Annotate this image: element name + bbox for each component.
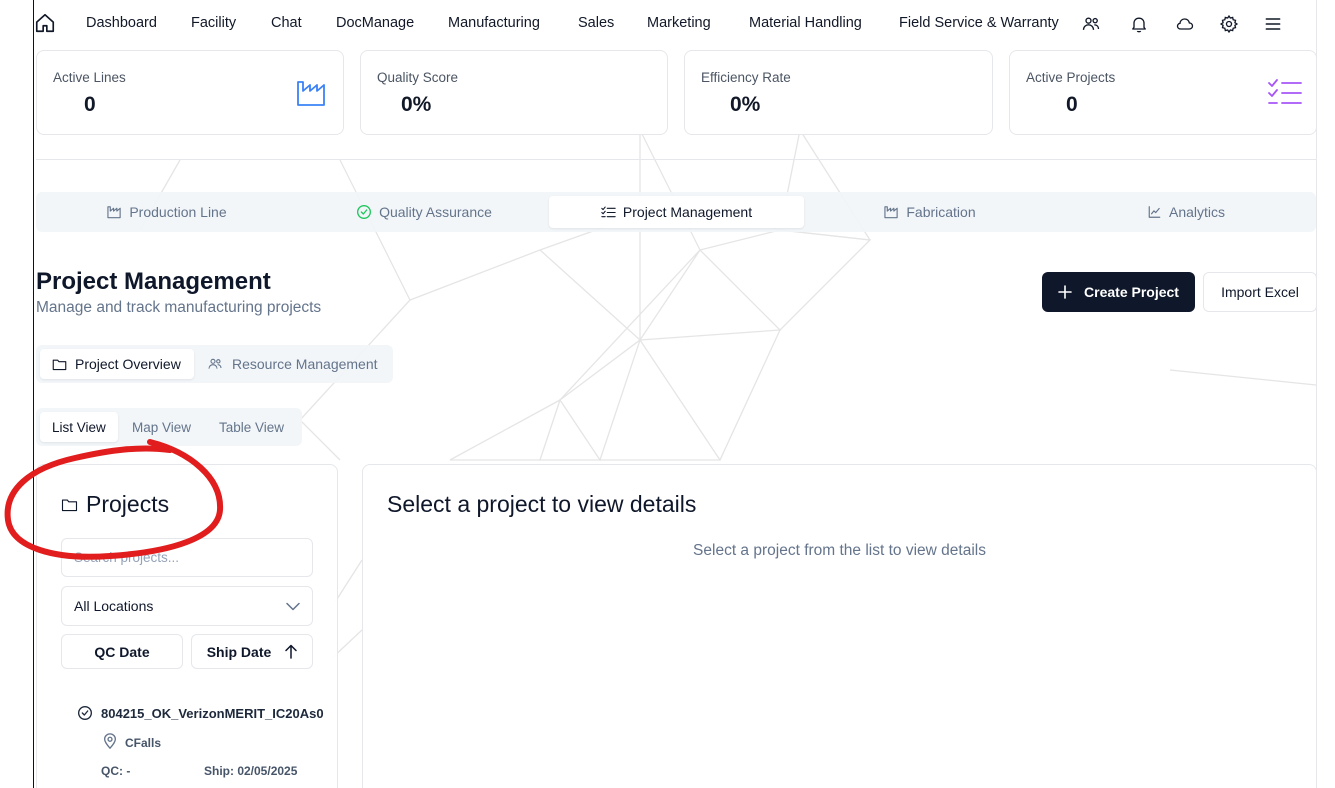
projects-title: Projects [86, 491, 170, 517]
top-nav: Dashboard Facility Chat DocManage Manufa… [34, 0, 1316, 48]
home-icon[interactable] [34, 12, 56, 34]
plus-icon [1058, 285, 1072, 299]
nav-facility[interactable]: Facility [191, 15, 236, 31]
nav-field-service[interactable]: Field Service & Warranty [899, 15, 1059, 31]
factory-icon [884, 206, 899, 219]
arrow-up-icon [285, 644, 298, 659]
tab-label: Quality Assurance [379, 204, 492, 220]
project-name: 804215_OK_VerizonMERIT_IC20As0 [101, 706, 324, 721]
divider [36, 159, 1316, 160]
stat-value: 0 [1066, 93, 1078, 116]
factory-icon [297, 81, 325, 106]
stat-card-active-projects: Active Projects 0 [1009, 50, 1317, 135]
nav-dashboard[interactable]: Dashboard [86, 15, 157, 31]
factory-icon [107, 206, 122, 219]
users-icon [208, 358, 222, 369]
tab-production-line[interactable]: Production Line [36, 196, 298, 228]
stat-label: Active Projects [1026, 70, 1116, 85]
menu-icon[interactable] [1263, 14, 1283, 34]
sort-qc-label: QC Date [94, 643, 150, 660]
details-title: Select a project to view details [387, 491, 697, 517]
create-project-button[interactable]: Create Project [1042, 272, 1195, 312]
left-border [33, 0, 34, 788]
stat-label: Active Lines [53, 70, 126, 85]
project-qc-date: QC: - [101, 764, 131, 778]
tab-label: Project Management [622, 204, 753, 220]
stat-value: 0 [84, 93, 96, 116]
stat-card-efficiency-rate: Efficiency Rate 0% [684, 50, 993, 135]
module-tabs: Production Line Quality Assurance Projec… [36, 192, 1316, 232]
tab-list-view[interactable]: List View [40, 412, 118, 442]
cloud-icon[interactable] [1175, 14, 1195, 34]
nav-material-handling[interactable]: Material Handling [749, 15, 862, 31]
page-subtitle: Manage and track manufacturing projects [36, 299, 322, 316]
tab-table-view[interactable]: Table View [207, 412, 296, 442]
bell-icon[interactable] [1129, 14, 1149, 34]
stat-label: Quality Score [377, 70, 459, 85]
tab-label: Fabrication [906, 204, 976, 220]
location-select-value: All Locations [74, 598, 154, 614]
create-project-label: Create Project [1084, 284, 1179, 300]
sort-ship-label: Ship Date [206, 643, 272, 660]
check-circle-icon [357, 205, 372, 219]
nav-marketing[interactable]: Marketing [647, 15, 711, 31]
sub-tabs: Project Overview Resource Management [36, 345, 393, 383]
tab-project-management[interactable]: Project Management [549, 196, 804, 228]
project-ship-date: Ship: 02/05/2025 [204, 764, 298, 778]
stat-value: 0% [730, 93, 761, 116]
projects-heading: Projects [61, 491, 169, 518]
stat-card-active-lines: Active Lines 0 [36, 50, 344, 135]
nav-sales[interactable]: Sales [578, 15, 614, 31]
project-details-panel: Select a project to view details Select … [362, 464, 1317, 788]
details-hint: Select a project from the list to view d… [693, 542, 986, 559]
nav-docmanage[interactable]: DocManage [336, 15, 414, 31]
sort-ship-date-button[interactable]: Ship Date [191, 634, 313, 669]
view-tabs: List View Map View Table View [36, 408, 302, 446]
nav-chat[interactable]: Chat [271, 15, 302, 31]
list-check-icon [601, 206, 616, 217]
folder-icon [52, 359, 67, 370]
tab-label: Production Line [129, 204, 227, 220]
search-input[interactable] [61, 538, 313, 577]
folder-icon [61, 499, 78, 511]
tab-label: Project Overview [75, 356, 181, 372]
tab-label: Analytics [1168, 204, 1226, 220]
users-icon[interactable] [1081, 14, 1101, 34]
chevron-down-icon [286, 602, 300, 610]
tab-fabrication[interactable]: Fabrication [804, 196, 1056, 228]
nav-manufacturing[interactable]: Manufacturing [448, 15, 540, 31]
check-circle-icon [78, 706, 92, 720]
project-location: CFalls [125, 736, 162, 750]
location-select[interactable]: All Locations [61, 586, 313, 626]
stat-card-quality-score: Quality Score 0% [360, 50, 668, 135]
tab-map-view[interactable]: Map View [120, 412, 203, 442]
projects-panel: Projects All Locations QC Date Ship Date… [36, 464, 338, 788]
tab-analytics[interactable]: Analytics [1056, 196, 1316, 228]
map-pin-icon [103, 733, 117, 749]
gear-icon[interactable] [1219, 14, 1239, 34]
import-excel-button[interactable]: Import Excel [1203, 272, 1317, 312]
line-chart-icon [1148, 206, 1161, 218]
sort-qc-date-button[interactable]: QC Date [61, 634, 183, 669]
checklist-icon [1268, 79, 1302, 104]
tab-quality-assurance[interactable]: Quality Assurance [298, 196, 550, 228]
tab-resource-management[interactable]: Resource Management [194, 349, 390, 379]
stat-value: 0% [401, 93, 432, 116]
page-title: Project Management [36, 268, 271, 295]
project-list-item[interactable]: 804215_OK_VerizonMERIT_IC20As0 CFalls QC… [77, 703, 327, 783]
stat-label: Efficiency Rate [701, 70, 791, 85]
tab-project-overview[interactable]: Project Overview [40, 349, 194, 379]
tab-label: Resource Management [232, 356, 378, 372]
